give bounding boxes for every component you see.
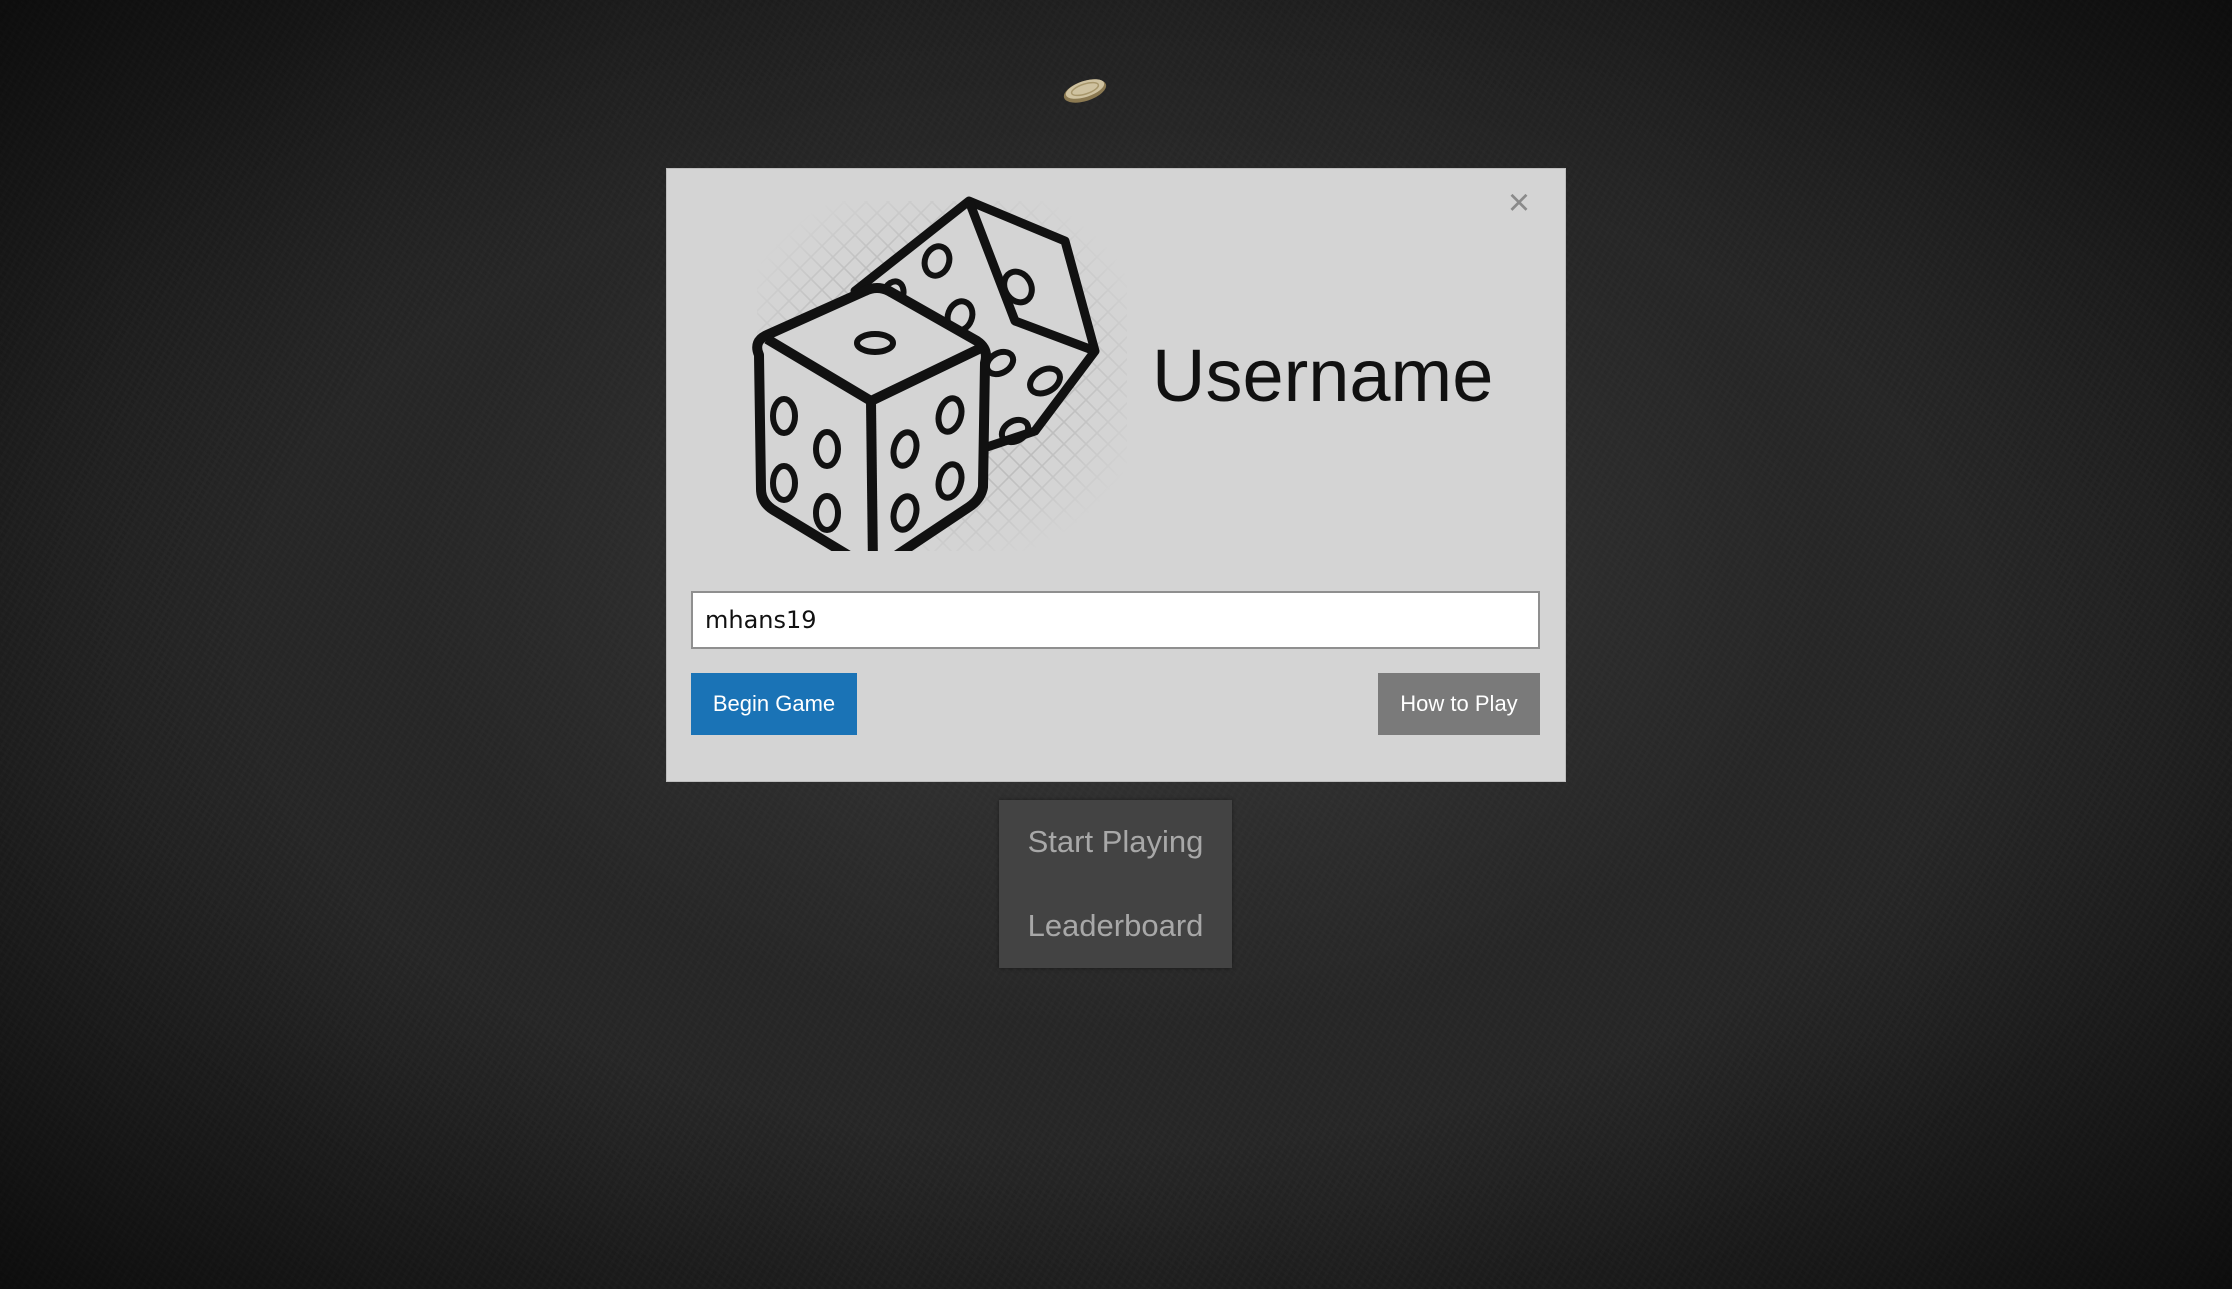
coin-icon [1063,79,1107,103]
how-to-play-button[interactable]: How to Play [1378,673,1540,735]
username-modal: × Username mhans19 Begin Game How to Pla… [666,168,1566,782]
modal-title: Username [1152,334,1494,417]
username-input[interactable] [691,591,1540,649]
leaderboard-button[interactable]: Leaderboard [999,884,1232,968]
start-playing-button[interactable]: Start Playing [999,800,1232,884]
close-icon[interactable]: × [1499,183,1539,223]
begin-game-button[interactable]: Begin Game [691,673,857,735]
dice-icon [752,196,1127,551]
main-menu: Start Playing Leaderboard [999,800,1232,968]
